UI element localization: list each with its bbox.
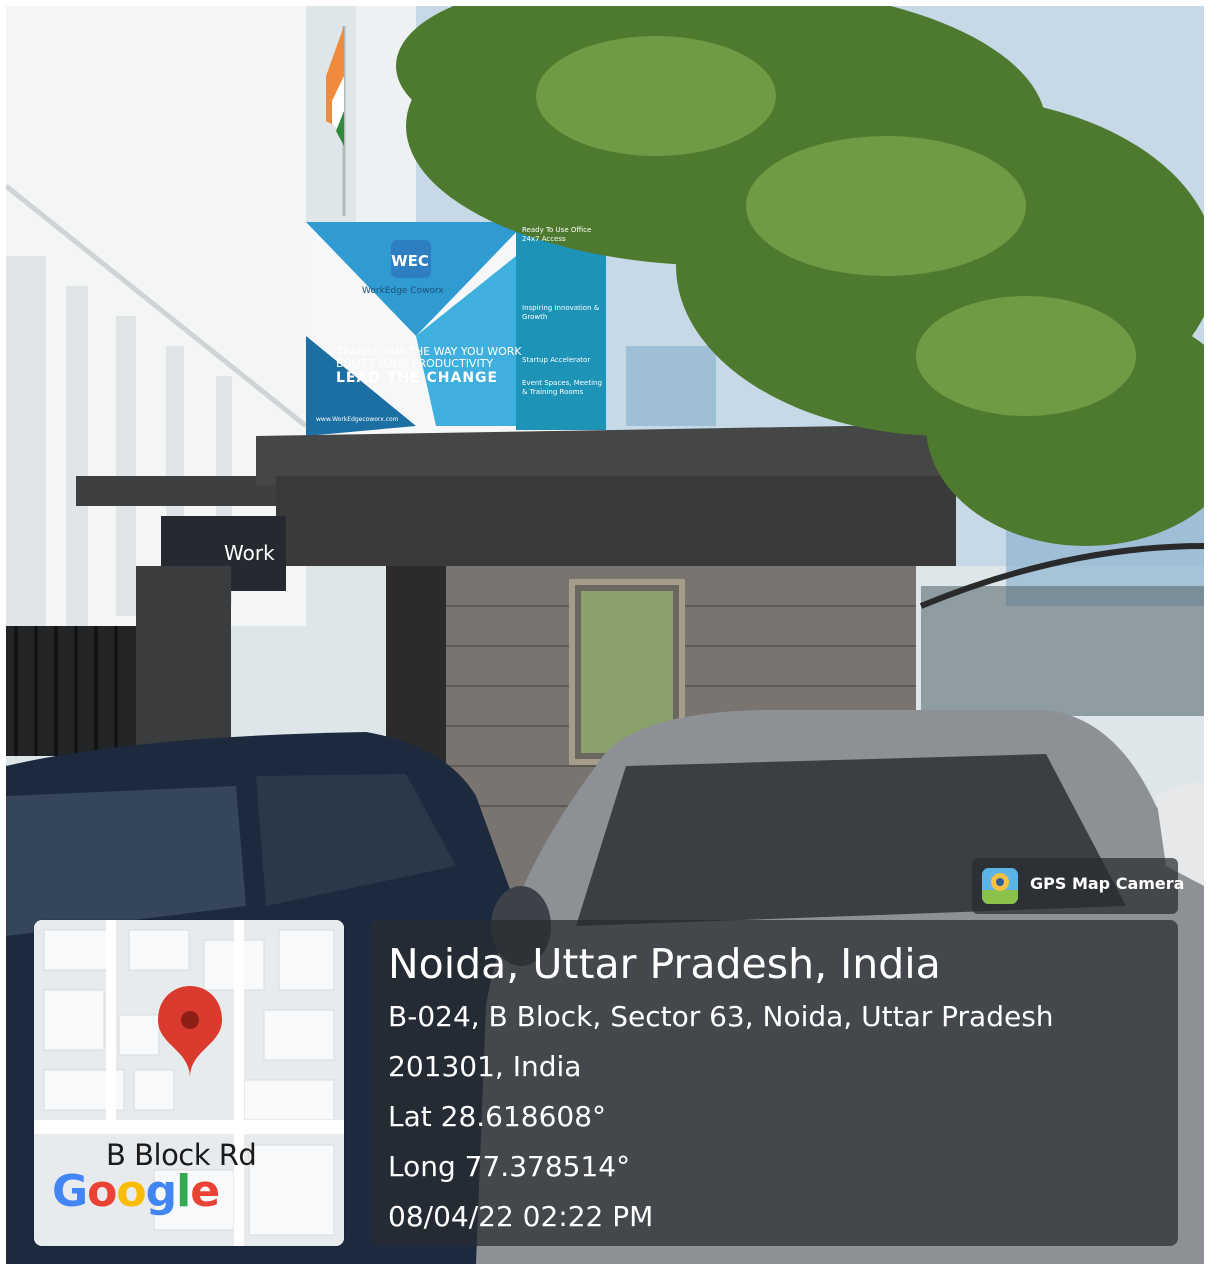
timestamp: 08/04/22 02:22 PM xyxy=(388,1200,654,1233)
billboard-tagline-line3: LEAD THE CHANGE xyxy=(336,370,499,386)
billboard-side-list: Ready To Use Office 24x7 Access Inspirin… xyxy=(522,226,602,397)
entrance-sign-text: Work xyxy=(224,541,275,565)
location-title: Noida, Uttar Pradesh, India xyxy=(388,940,941,988)
billboard-side-item: Event Spaces, Meeting & Training Rooms xyxy=(522,379,602,396)
billboard-logo: WEC xyxy=(391,252,429,270)
longitude-value: Long 77.378514° xyxy=(388,1150,631,1183)
badge-label: GPS Map Camera xyxy=(1030,874,1185,893)
google-logo: Google xyxy=(52,1166,220,1217)
billboard-side-item: 24x7 Access xyxy=(522,235,566,243)
billboard-brand-name: WorkEdge Coworx xyxy=(362,286,444,296)
gps-map-camera-badge: GPS Map Camera xyxy=(972,858,1184,914)
map-thumbnail: B Block Rd Google xyxy=(34,920,344,1246)
billboard-side-item: Inspiring Innovation & Growth xyxy=(522,304,600,321)
location-info-panel: Noida, Uttar Pradesh, India B-024, B Blo… xyxy=(370,920,1178,1246)
address-line-1: B-024, B Block, Sector 63, Noida, Uttar … xyxy=(388,1000,1054,1033)
billboard-tagline-line2: BOOST YOUR PRODUCTIVITY xyxy=(336,357,494,370)
latitude-value: Lat 28.618608° xyxy=(388,1100,607,1133)
gps-camera-app-icon xyxy=(982,868,1018,904)
billboard-website: www.WorkEdgecoworx.com xyxy=(316,416,399,423)
billboard-side-item: Ready To Use Office xyxy=(522,226,592,234)
billboard-tagline: TRANSFORM THE WAY YOU WORK BOOST YOUR PR… xyxy=(336,346,522,386)
address-line-2: 201301, India xyxy=(388,1050,582,1083)
billboard-side-item: Startup Accelerator xyxy=(522,356,591,364)
